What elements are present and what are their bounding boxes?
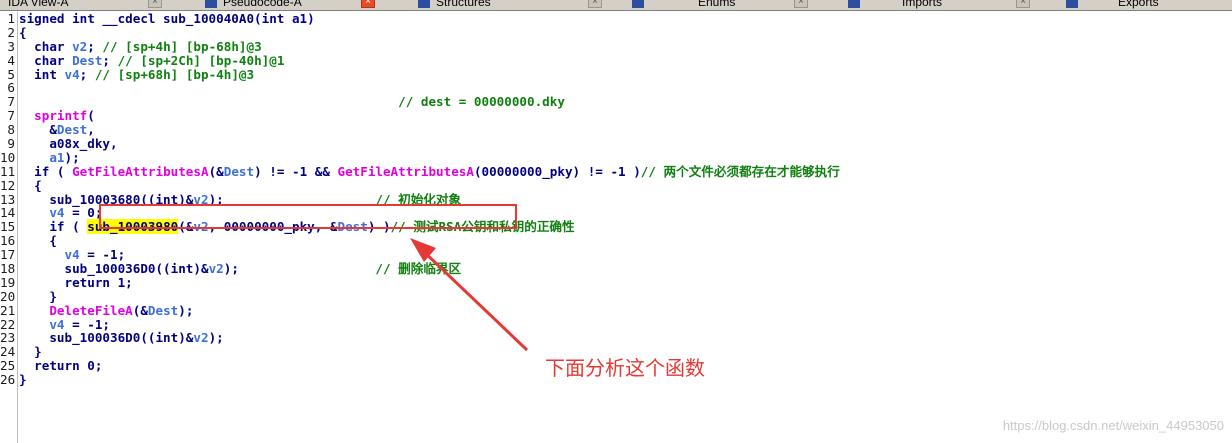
watermark: https://blog.csdn.net/weixin_44953050 — [1002, 418, 1224, 433]
annotation-text: 下面分析这个函数 — [545, 356, 705, 380]
